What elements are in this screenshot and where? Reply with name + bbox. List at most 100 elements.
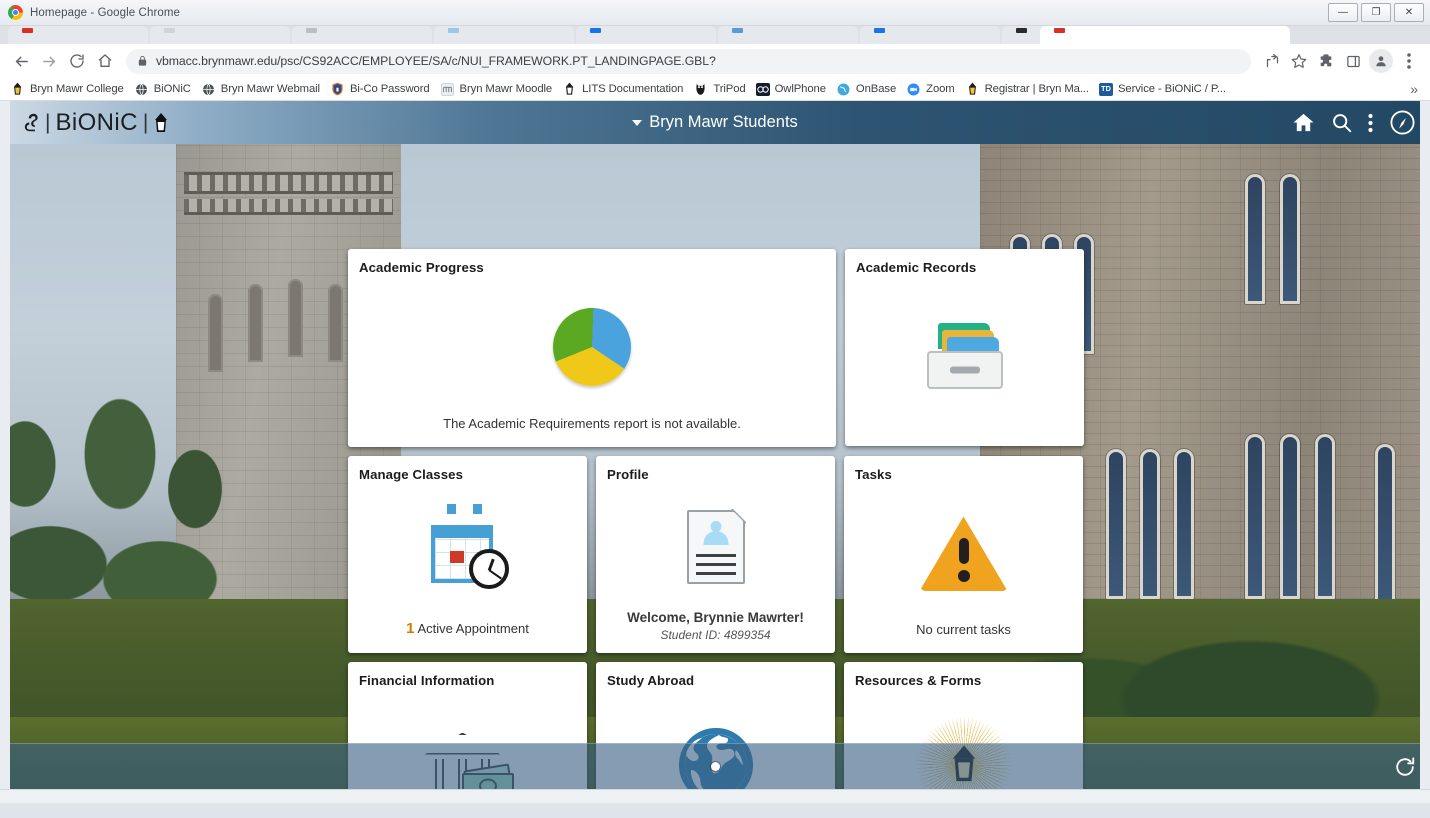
tile-profile[interactable]: Profile Welcome, Brynnie Mawrter! Studen… <box>596 456 835 653</box>
window-pane <box>1106 449 1126 599</box>
tab-favicon <box>448 28 459 33</box>
bionic-wordmark: BiONiC <box>55 108 138 136</box>
exclamation-bar <box>958 537 969 564</box>
window-pane <box>1245 434 1265 599</box>
homepage-tiles: Academic Progress The Academic Requireme… <box>348 249 1084 789</box>
minimize-button[interactable]: — <box>1328 3 1358 22</box>
maximize-button[interactable]: ❐ <box>1361 3 1391 22</box>
tile-academic-records[interactable]: Academic Records <box>845 249 1084 446</box>
globe-icon <box>201 82 216 97</box>
home-icon[interactable] <box>1292 111 1315 134</box>
bookmark-registrar[interactable]: Registrar | Bryn Ma... <box>961 80 1095 99</box>
bookmark-tripod[interactable]: TriPod <box>689 80 751 99</box>
logo-divider-2: | <box>142 111 149 134</box>
chevron-down-icon <box>632 119 643 126</box>
close-button[interactable]: ✕ <box>1394 3 1424 22</box>
homepage-selector[interactable]: Bryn Mawr Students <box>632 113 798 132</box>
url-text[interactable]: vbmacc.brynmawr.edu/psc/CS92ACC/EMPLOYEE… <box>156 54 716 68</box>
address-bar[interactable]: vbmacc.brynmawr.edu/psc/CS92ACC/EMPLOYEE… <box>126 48 1251 74</box>
tab-item[interactable] <box>434 26 574 44</box>
lock-icon <box>137 55 148 67</box>
tray <box>926 350 1003 389</box>
bookmark-bico-password[interactable]: Bi-Co Password <box>326 80 436 99</box>
share-icon[interactable] <box>1259 48 1285 74</box>
kebab-menu-icon[interactable] <box>1368 113 1373 133</box>
tile-academic-progress[interactable]: Academic Progress The Academic Requireme… <box>348 249 836 447</box>
bionic-logo[interactable]: | BiONiC | <box>22 109 169 137</box>
lantern-icon <box>10 82 25 97</box>
tile-body <box>348 482 587 620</box>
bookmark-bryn-mawr-college[interactable]: Bryn Mawr College <box>6 80 130 99</box>
appointment-count: 1 <box>406 620 415 637</box>
window-edge-right <box>1420 101 1430 789</box>
tab-item-active[interactable] <box>1040 26 1290 44</box>
star-icon[interactable] <box>1286 48 1312 74</box>
tile-footer-text: Active Appointment <box>417 621 529 636</box>
window-controls: — ❐ ✕ <box>1328 3 1424 22</box>
homepage-footer-bar <box>0 743 1430 789</box>
tab-favicon <box>874 28 885 33</box>
page-indicator-dot[interactable] <box>710 762 720 771</box>
shield-icon <box>330 82 345 97</box>
window-pane <box>1280 434 1300 599</box>
bookmark-owlphone[interactable]: OwlPhone <box>752 81 832 98</box>
back-icon[interactable] <box>8 48 34 74</box>
globe-icon <box>836 82 851 97</box>
refresh-icon[interactable] <box>1394 756 1416 778</box>
side-panel-icon[interactable] <box>1340 48 1366 74</box>
tile-manage-classes[interactable]: Manage Classes 1 Active Appointment <box>348 456 587 653</box>
tab-item[interactable] <box>292 26 432 44</box>
teamdynamix-icon: TD <box>1098 82 1113 96</box>
tab-item[interactable] <box>860 26 1000 44</box>
tile-footer-text: The Academic Requirements report is not … <box>443 416 741 431</box>
window-pane <box>1375 444 1395 604</box>
bookmarks-bar: Bryn Mawr College BiONiC Bryn Mawr Webma… <box>0 78 1430 101</box>
tile-title: Profile <box>607 467 649 482</box>
bookmark-lits-documentation[interactable]: LITS Documentation <box>558 80 689 99</box>
bookmark-onbase[interactable]: OnBase <box>832 80 902 99</box>
kebab-menu-icon[interactable] <box>1396 48 1422 74</box>
bookmark-label: Bi-Co Password <box>349 83 430 95</box>
search-icon[interactable] <box>1331 112 1352 133</box>
chrome-logo-icon <box>8 5 23 20</box>
bookmark-bryn-mawr-moodle[interactable]: Bryn Mawr Moodle <box>436 80 559 99</box>
bookmark-zoom[interactable]: Zoom <box>902 80 960 99</box>
tile-tasks[interactable]: Tasks No current tasks <box>844 456 1083 653</box>
doc-line <box>695 563 736 566</box>
welcome-message: Welcome, Brynnie Mawrter! <box>627 610 804 625</box>
navbar-compass-icon[interactable] <box>1389 109 1416 136</box>
bookmark-label: TriPod <box>713 83 746 95</box>
bookmark-label: Zoom <box>926 83 955 95</box>
browser-window: Homepage - Google Chrome — ❐ ✕ vbmacc.br… <box>0 0 1430 818</box>
tab-item[interactable] <box>718 26 858 44</box>
bookmark-label: Service - BiONiC / P... <box>1117 83 1226 95</box>
bookmark-bryn-mawr-webmail[interactable]: Bryn Mawr Webmail <box>197 80 326 99</box>
forward-icon[interactable] <box>36 48 62 74</box>
bookmark-service-bionic[interactable]: TD Service - BiONiC / P... <box>1095 81 1232 98</box>
doc-line <box>695 572 736 575</box>
reload-icon[interactable] <box>64 48 90 74</box>
tile-row: Manage Classes 1 Active Appointment Prof… <box>348 456 1084 653</box>
home-icon[interactable] <box>92 48 118 74</box>
tab-favicon <box>1054 28 1065 33</box>
person-document-icon <box>686 508 747 584</box>
bookmarks-overflow-button[interactable]: » <box>1406 81 1422 97</box>
calendar-ring <box>446 504 456 514</box>
logo-divider: | <box>45 111 51 134</box>
profile-avatar-icon[interactable] <box>1369 49 1393 73</box>
calendar-clock-icon <box>425 504 511 591</box>
tab-item[interactable] <box>150 26 290 44</box>
tile-title: Study Abroad <box>607 673 695 688</box>
tile-title: Manage Classes <box>359 467 464 482</box>
student-id: Student ID: 4899354 <box>660 628 771 642</box>
browser-toolbar: vbmacc.brynmawr.edu/psc/CS92ACC/EMPLOYEE… <box>0 44 1430 78</box>
tab-strip[interactable] <box>0 26 1430 44</box>
bookmark-bionic[interactable]: BiONiC <box>130 80 197 99</box>
owl-icon <box>693 82 708 97</box>
bookmark-label: OnBase <box>855 83 897 95</box>
puzzle-icon[interactable] <box>1313 48 1339 74</box>
tab-item[interactable] <box>8 26 148 44</box>
tab-item[interactable] <box>576 26 716 44</box>
window-title-bar: Homepage - Google Chrome — ❐ ✕ <box>0 0 1430 26</box>
lantern-icon <box>562 82 577 97</box>
